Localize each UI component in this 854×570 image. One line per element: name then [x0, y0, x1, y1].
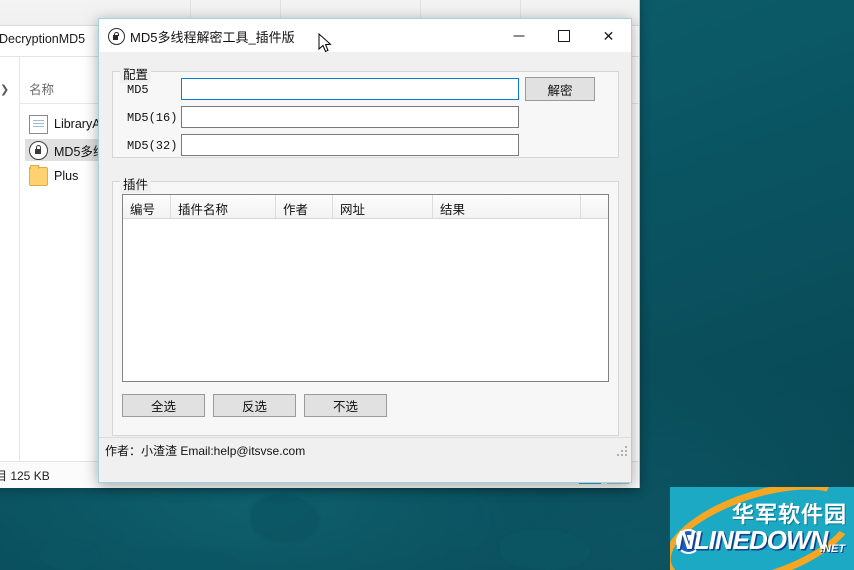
plugins-table-header: 编号 插件名称 作者 网址 结果: [123, 195, 608, 219]
wallpaper-map-shape: [450, 488, 490, 548]
breadcrumb[interactable]: DecryptionMD5: [0, 32, 85, 46]
explorer-status-text: 目 125 KB: [0, 469, 50, 483]
resize-grip[interactable]: [617, 446, 628, 457]
plugins-group-label: 插件: [120, 174, 152, 193]
title-bar[interactable]: MD5多线程解密工具_插件版 ✕: [99, 19, 631, 53]
md5-field-label: MD5: [127, 83, 149, 97]
file-name: Plus: [54, 169, 79, 183]
decrypt-button[interactable]: 解密: [525, 77, 595, 101]
column-header-spacer[interactable]: [581, 195, 608, 218]
invert-selection-button[interactable]: 反选: [213, 394, 296, 417]
md5-16-input[interactable]: [181, 106, 519, 128]
navigation-pane[interactable]: ❯: [0, 57, 20, 461]
plugins-group: 插件 编号 插件名称 作者 网址 结果 全选 反选 不选: [112, 174, 619, 436]
minimize-button[interactable]: [496, 19, 541, 52]
author-status-text: 作者：小渣渣 Email:help@itsvse.com: [105, 444, 306, 458]
maximize-button[interactable]: [541, 19, 586, 52]
column-header-result[interactable]: 结果: [433, 195, 581, 218]
md5-16-field-label: MD5(16): [127, 111, 178, 125]
watermark-english-text: NLINEDOWN: [676, 525, 828, 555]
file-list-column-header[interactable]: 名称: [29, 79, 54, 98]
md5-input[interactable]: [181, 78, 519, 100]
md5-32-input[interactable]: [181, 134, 519, 156]
watermark-logo: 华军软件园 NLINEDOWN .NET: [670, 487, 854, 570]
wallpaper-map-shape: [40, 540, 100, 570]
wallpaper-map-shape: [500, 530, 590, 570]
dialog-status-bar: 作者：小渣渣 Email:help@itsvse.com: [99, 437, 631, 460]
deselect-all-button[interactable]: 不选: [304, 394, 387, 417]
md5-16-input-field[interactable]: [182, 107, 518, 127]
md5-32-field-label: MD5(32): [127, 139, 178, 153]
md5-32-input-field[interactable]: [182, 135, 518, 155]
file-name: LibraryA: [54, 117, 101, 131]
mouse-cursor: [318, 33, 332, 53]
chevron-right-icon[interactable]: ❯: [0, 83, 9, 96]
lock-icon: [29, 140, 48, 160]
window-title: MD5多线程解密工具_插件版: [130, 30, 295, 45]
dialog-body: 配置 MD5 解密 MD5(16) MD5(32) 插件 编号 插件名称 作者 …: [99, 53, 631, 460]
column-header-url[interactable]: 网址: [333, 195, 433, 218]
close-icon: ✕: [602, 27, 615, 44]
select-all-button[interactable]: 全选: [122, 394, 205, 417]
folder-icon: [29, 164, 48, 186]
document-icon: [29, 114, 48, 134]
column-header-id[interactable]: 编号: [123, 195, 171, 218]
config-group: 配置 MD5 解密 MD5(16) MD5(32): [112, 64, 619, 158]
wallpaper-map-shape: [250, 495, 320, 543]
lock-icon: [108, 28, 125, 45]
column-header-author[interactable]: 作者: [276, 195, 333, 218]
md5-tool-window: MD5多线程解密工具_插件版 ✕ 配置 MD5 解密 MD5(16) MD5(3…: [98, 18, 632, 483]
plugins-table[interactable]: 编号 插件名称 作者 网址 结果: [122, 194, 609, 382]
column-header-name[interactable]: 插件名称: [171, 195, 276, 218]
close-button[interactable]: ✕: [586, 19, 631, 52]
wallpaper-map-shape: [130, 548, 240, 570]
config-group-label: 配置: [120, 64, 152, 83]
watermark-suffix: .NET: [820, 543, 846, 555]
md5-input-field[interactable]: [182, 79, 518, 99]
screen: 粘贴快捷方式 ▮ 移动到 ▮ 复制到 ✖ 删除 ✖ 重命名 ↲ 新建: [0, 0, 854, 570]
window-buttons: ✕: [496, 19, 631, 52]
